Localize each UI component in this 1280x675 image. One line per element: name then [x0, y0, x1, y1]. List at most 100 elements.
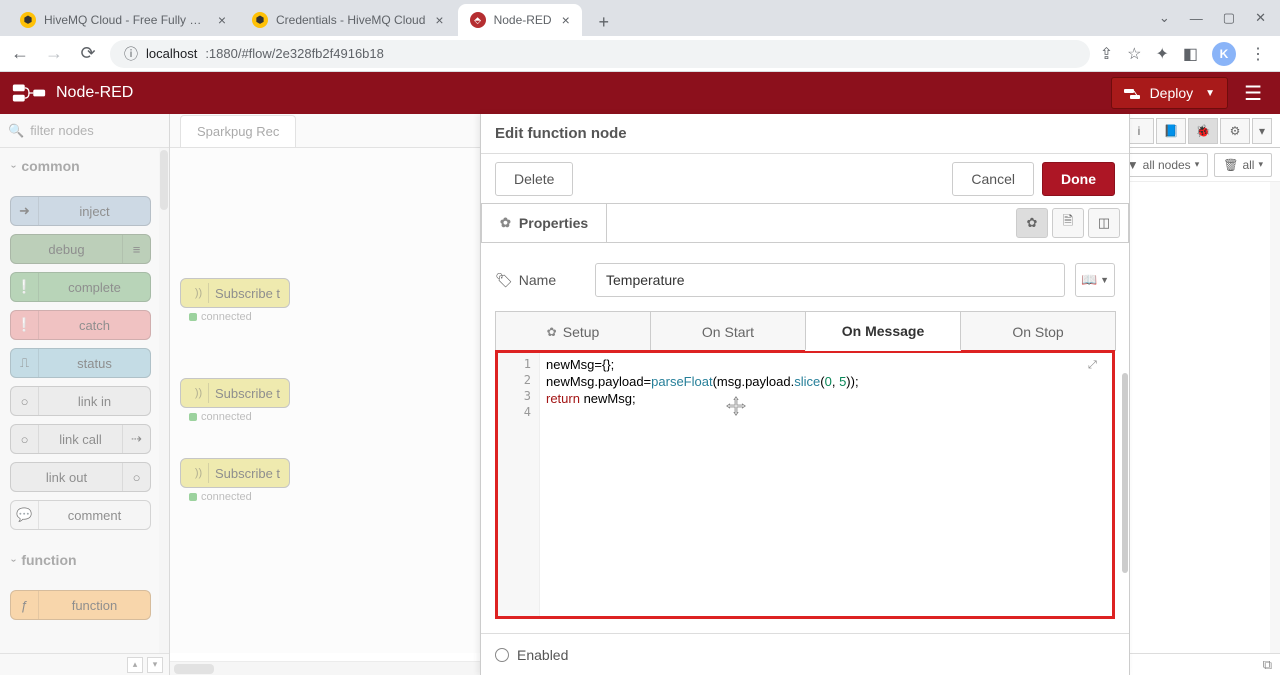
help-icon[interactable]: 📘 — [1156, 118, 1186, 144]
tray-footer: Enabled — [481, 633, 1129, 675]
palette-node-complete[interactable]: ❕complete — [10, 272, 151, 302]
palette-category-function[interactable]: › function — [0, 542, 161, 578]
collapse-up-icon[interactable]: ▴ — [127, 657, 143, 673]
code-area[interactable]: newMsg={}; newMsg.payload=parseFloat(msg… — [540, 353, 1112, 616]
open-window-icon[interactable]: ⧉ — [1263, 657, 1272, 673]
browser-tab-2[interactable]: ⬢ Credentials - HiveMQ Cloud × — [240, 4, 456, 36]
close-window-icon[interactable]: ✕ — [1255, 10, 1266, 26]
category-label: common — [21, 158, 79, 174]
nodered-favicon-icon: ⬘ — [470, 12, 486, 28]
sidebar-scrollbar[interactable] — [1270, 182, 1280, 653]
canvas-node-subscribe-2[interactable]: )) Subscribe t connected — [180, 378, 290, 408]
flow-tab[interactable]: Sparkpug Rec — [180, 115, 296, 147]
browser-tab-3[interactable]: ⬘ Node-RED × — [458, 4, 582, 36]
back-icon[interactable]: ← — [8, 43, 32, 64]
tab-on-message[interactable]: On Message — [805, 311, 961, 351]
palette-nodes-common: ➜inject debug≡ ❕complete ❕catch ⎍status … — [0, 184, 161, 542]
tab-setup[interactable]: ✿ Setup — [495, 311, 651, 351]
mqtt-icon: )) — [189, 283, 209, 303]
expand-down-icon[interactable]: ▾ — [147, 657, 163, 673]
line-number: 2 — [498, 373, 539, 389]
palette-node-linkout[interactable]: link out○ — [10, 462, 151, 492]
description-icon[interactable]: 🗎 — [1052, 208, 1084, 238]
palette-node-comment[interactable]: 💬comment — [10, 500, 151, 530]
tray-header: Edit function node — [481, 114, 1129, 154]
settings-icon[interactable]: ✿ — [1016, 208, 1048, 238]
reload-icon[interactable]: ⟳ — [76, 43, 100, 64]
tab-on-start[interactable]: On Start — [650, 311, 806, 351]
palette-node-inject[interactable]: ➜inject — [10, 196, 151, 226]
code-editor-highlighted: 1 2 3 4 newMsg={}; newMsg.payload=parseF… — [495, 350, 1115, 619]
menu-icon[interactable]: ⋮ — [1250, 44, 1266, 64]
config-icon[interactable]: ⚙ — [1220, 118, 1250, 144]
minimize-icon[interactable]: — — [1190, 11, 1203, 26]
line-number: 1 — [498, 357, 539, 373]
close-icon[interactable]: × — [435, 12, 443, 28]
palette-scroll[interactable]: › common ➜inject debug≡ ❕complete ❕catch… — [0, 148, 169, 653]
trash-icon: 🗑 — [1223, 158, 1238, 172]
expand-editor-icon[interactable]: ⤢ — [1088, 359, 1106, 377]
done-button[interactable]: Done — [1042, 162, 1115, 196]
tab-title: Credentials - HiveMQ Cloud — [276, 13, 425, 27]
main-menu-icon[interactable]: ☰ — [1238, 81, 1268, 106]
link-icon: ○ — [11, 425, 39, 453]
deploy-icon — [1124, 86, 1142, 100]
deploy-button[interactable]: Deploy ▼ — [1111, 77, 1229, 109]
toolbar-right: ⇪ ☆ ✦ ◧ K ⋮ — [1100, 42, 1272, 66]
chevron-down-icon[interactable]: ▼ — [1205, 88, 1215, 99]
canvas-node-subscribe-3[interactable]: )) Subscribe t connected — [180, 458, 290, 488]
palette-node-catch[interactable]: ❕catch — [10, 310, 151, 340]
forward-icon[interactable]: → — [42, 43, 66, 64]
bookmark-icon[interactable]: ☆ — [1127, 44, 1141, 64]
extensions-icon[interactable]: ✦ — [1155, 44, 1168, 64]
move-cursor-icon — [725, 395, 747, 417]
chevron-down-icon[interactable]: ▾ — [1252, 118, 1272, 144]
site-info-icon[interactable]: ⓘ — [124, 44, 138, 64]
chevron-down-icon[interactable]: ⌄ — [1159, 10, 1170, 26]
clear-dropdown[interactable]: 🗑 all ▾ — [1214, 153, 1272, 177]
sidepanel-icon[interactable]: ◧ — [1183, 44, 1198, 64]
palette-filter-input[interactable] — [30, 123, 161, 138]
profile-avatar[interactable]: K — [1212, 42, 1236, 66]
new-tab-button[interactable]: + — [590, 8, 618, 36]
book-icon: 📖 — [1081, 272, 1097, 288]
tray-scrollbar[interactable] — [1121, 373, 1129, 633]
palette-category-common[interactable]: › common — [0, 148, 161, 184]
palette-node-function[interactable]: ƒfunction — [10, 590, 151, 620]
gear-icon: ✿ — [500, 215, 511, 231]
palette-search[interactable]: 🔍 — [0, 114, 169, 148]
close-icon[interactable]: × — [562, 12, 570, 28]
close-icon[interactable]: × — [218, 12, 226, 28]
tab-on-stop[interactable]: On Stop — [960, 311, 1116, 351]
palette-node-status[interactable]: ⎍status — [10, 348, 151, 378]
line-number: 4 — [498, 405, 539, 421]
share-icon[interactable]: ⇪ — [1100, 44, 1113, 64]
debug-icon[interactable]: 🐞 — [1188, 118, 1218, 144]
filter-nodes-dropdown[interactable]: ▼ all nodes ▾ — [1118, 153, 1208, 177]
edit-tray: Edit function node Delete Cancel Done ✿ … — [480, 114, 1130, 675]
enabled-toggle-icon[interactable] — [495, 648, 509, 662]
appearance-icon[interactable]: ◫ — [1088, 208, 1120, 238]
browser-tab-1[interactable]: ⬢ HiveMQ Cloud - Free Fully Man × — [8, 4, 238, 36]
tab-title: Node-RED — [494, 13, 552, 27]
cancel-button[interactable]: Cancel — [952, 162, 1034, 196]
maximize-icon[interactable]: ▢ — [1223, 10, 1235, 26]
palette-scrollbar[interactable] — [159, 148, 169, 653]
catch-icon: ❕ — [11, 311, 39, 339]
library-button[interactable]: 📖 ▼ — [1075, 263, 1115, 297]
inject-icon: ➜ — [11, 197, 39, 225]
properties-tab[interactable]: ✿ Properties — [482, 204, 607, 242]
url-bar[interactable]: ⓘ localhost:1880/#flow/2e328fb2f4916b18 — [110, 40, 1090, 68]
url-host: localhost — [146, 46, 197, 61]
tray-title: Edit function node — [495, 125, 627, 142]
line-number: 3 — [498, 389, 539, 405]
function-tabs: ✿ Setup On Start On Message On Stop — [495, 311, 1115, 352]
workspace: Sparkpug Rec )) Subscribe t connected ))… — [170, 114, 970, 675]
delete-button[interactable]: Delete — [495, 162, 573, 196]
palette-node-debug[interactable]: debug≡ — [10, 234, 151, 264]
canvas-node-subscribe-1[interactable]: )) Subscribe t connected — [180, 278, 290, 308]
palette-node-linkin[interactable]: ○link in — [10, 386, 151, 416]
hivemq-favicon-icon: ⬢ — [20, 12, 36, 28]
name-input[interactable] — [595, 263, 1065, 297]
palette-node-linkcall[interactable]: ○link call⇢ — [10, 424, 151, 454]
